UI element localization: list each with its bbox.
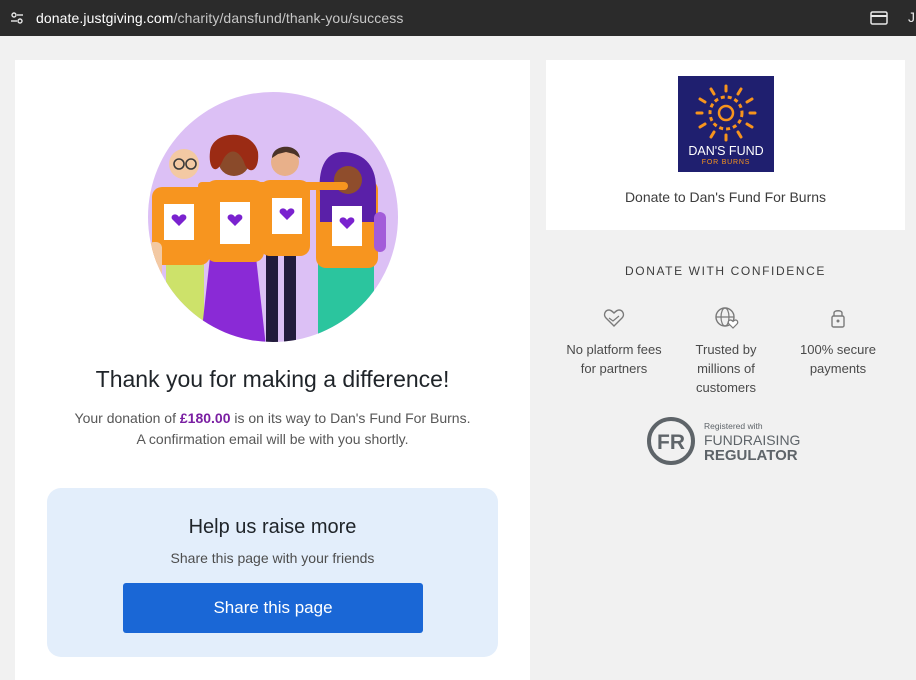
url-field[interactable]: donate.justgiving.com/charity/dansfund/t…: [36, 10, 403, 26]
regulator-line2: REGULATOR: [704, 447, 798, 464]
confirmation-line: A confirmation email will be with you sh…: [136, 431, 409, 447]
confidence-heading: DONATE WITH CONFIDENCE: [625, 264, 826, 278]
feature-line: No platform fees: [566, 342, 662, 357]
donation-message: Your donation of £180.00 is on its way t…: [15, 408, 530, 450]
donation-prefix: Your donation of: [74, 410, 180, 426]
feature-label: Trusted by millions of customers: [671, 340, 781, 397]
feature-line: millions of: [697, 361, 755, 376]
regulator-line1: FUNDRAISING: [704, 432, 800, 448]
charity-donate-link[interactable]: Donate to Dan's Fund For Burns: [546, 189, 905, 205]
lock-icon: [831, 310, 845, 328]
feature-trusted: Trusted by millions of customers: [671, 306, 781, 397]
site-settings-icon[interactable]: [6, 7, 28, 29]
profile-initial[interactable]: J: [908, 9, 915, 25]
feature-label: No platform fees for partners: [559, 340, 669, 378]
feature-line: payments: [809, 361, 867, 376]
payment-card-icon[interactable]: [870, 10, 888, 26]
charity-logo[interactable]: DAN'S FUND FOR BURNS: [678, 76, 774, 172]
share-page-button[interactable]: Share this page: [123, 583, 423, 633]
url-host: donate.justgiving.com: [36, 10, 174, 26]
charity-logo-line2: FOR BURNS: [702, 159, 750, 166]
share-panel: Help us raise more Share this page with …: [47, 488, 498, 657]
feature-no-fees: No platform fees for partners: [559, 306, 669, 378]
feature-label: 100% secure payments: [783, 340, 893, 378]
fundraising-regulator-logo[interactable]: FR Registered with FUNDRAISING REGULATOR: [646, 416, 816, 468]
feature-line: Trusted by: [695, 342, 757, 357]
globe-heart-icon: [715, 307, 739, 329]
donation-amount: £180.00: [179, 410, 231, 426]
donation-line: Your donation of £180.00 is on its way t…: [15, 408, 530, 429]
thank-you-card: Thank you for making a difference! Your …: [15, 60, 530, 680]
regulator-badge-text: FR: [657, 431, 685, 454]
heart-hand-icon: [603, 309, 625, 327]
feature-line: customers: [696, 380, 756, 395]
feature-line: 100% secure: [800, 342, 876, 357]
url-path: /charity/dansfund/thank-you/success: [173, 10, 404, 26]
supporters-illustration: [148, 92, 398, 342]
charity-logo-line1: DAN'S FUND: [688, 144, 763, 158]
regulator-registered: Registered with: [704, 421, 763, 431]
feature-line: for partners: [580, 361, 648, 376]
charity-card: DAN'S FUND FOR BURNS Donate to Dan's Fun…: [546, 60, 905, 230]
donation-suffix: is on its way to Dan's Fund For Burns.: [230, 410, 471, 426]
feature-secure: 100% secure payments: [783, 306, 893, 378]
share-subtitle: Share this page with your friends: [170, 550, 375, 566]
share-title: Help us raise more: [188, 516, 357, 538]
browser-address-bar: donate.justgiving.com/charity/dansfund/t…: [0, 0, 916, 36]
page-title: Thank you for making a difference!: [95, 366, 450, 392]
